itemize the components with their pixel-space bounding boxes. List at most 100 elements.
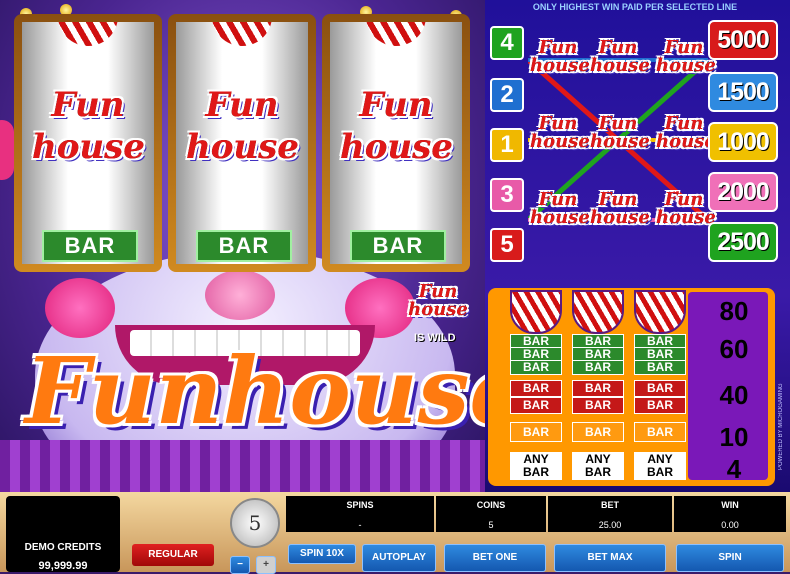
bar-symbol: BAR xyxy=(634,397,686,414)
mini-funhouse-logo: Fun house xyxy=(656,190,716,242)
top-notice: ONLY HIGHEST WIN PAID PER SELECTED LINE xyxy=(532,2,738,12)
mini-logo-house: house xyxy=(590,131,650,152)
reel-frame-1: Fun house BAR xyxy=(14,14,162,272)
paytable-row: ANY BAR ANY BAR ANY BAR 4 xyxy=(494,452,764,488)
payline-payout-1: 1000 xyxy=(708,122,778,162)
mini-funhouse-logo: Fun house xyxy=(590,189,650,242)
mini-logo-house: house xyxy=(656,207,716,228)
wild-text: IS WILD xyxy=(414,332,456,344)
bar-symbol: BAR xyxy=(510,397,562,414)
mini-funhouse-logo: Fun house xyxy=(656,37,716,90)
payline-button-3[interactable]: 3 xyxy=(490,178,524,212)
regular-mode-button[interactable]: REGULAR xyxy=(132,544,214,566)
mini-logo-fun: Fun xyxy=(598,189,638,210)
reel-logo-fun: Fun xyxy=(205,85,279,125)
wild-badge: Fun house IS WILD xyxy=(408,280,478,350)
spike-border xyxy=(0,440,485,492)
win-display: WIN 0.00 xyxy=(674,496,786,532)
payline-button-5[interactable]: 5 xyxy=(490,228,524,262)
clown-nose xyxy=(205,270,275,320)
coins-value: 5 xyxy=(488,520,494,530)
bar-symbol: BAR xyxy=(634,360,686,375)
payline-button-4[interactable]: 4 xyxy=(490,26,524,60)
bet-display: BET 25.00 xyxy=(548,496,672,532)
payline-button-2[interactable]: 2 xyxy=(490,78,524,112)
spin-button[interactable]: SPIN xyxy=(676,544,784,572)
reel-partial-symbol xyxy=(212,22,272,46)
bar-symbol: BAR xyxy=(634,422,686,442)
funhouse-title-logo: Funhouse xyxy=(25,337,485,445)
mini-funhouse-logo: Fun house xyxy=(656,113,716,166)
wild-logo-house: house xyxy=(408,299,468,320)
win-header: WIN xyxy=(721,500,739,510)
paytable-row: BAR BAR BAR BAR BAR BAR 40 xyxy=(494,378,764,414)
mini-funhouse-logo: Fun house xyxy=(530,37,590,90)
bet-one-button[interactable]: BET ONE xyxy=(444,544,546,572)
mini-logo-fun: Fun xyxy=(664,37,704,58)
lollipop-symbol-icon xyxy=(634,290,686,334)
payline-payout-2: 1500 xyxy=(708,72,778,112)
side-caption: POWERED BY MICROGAMING xyxy=(778,383,784,470)
reel-partial-symbol xyxy=(366,22,426,46)
bar-symbol: BAR xyxy=(634,380,686,397)
payline-payout-4: 5000 xyxy=(708,20,778,60)
bar-symbol: BAR xyxy=(572,422,624,442)
reel-logo-fun: Fun xyxy=(51,85,125,125)
bar-symbol: BAR xyxy=(510,422,562,442)
bar-symbol: BAR xyxy=(350,230,446,262)
reel-logo-house: house xyxy=(340,127,453,167)
bet-value: 25.00 xyxy=(598,520,622,530)
spin-10x-button[interactable]: SPIN 10X xyxy=(288,544,356,564)
control-bar: DEMO CREDITS 99,999.99 REGULAR 5 − + SPI… xyxy=(0,492,790,574)
bar-symbol: BAR xyxy=(572,360,624,375)
reel-2: Fun house BAR xyxy=(176,22,308,264)
reel-frame-2: Fun house BAR xyxy=(168,14,316,272)
autoplay-button[interactable]: AUTOPLAY xyxy=(362,544,436,572)
mini-logo-fun: Fun xyxy=(538,189,578,210)
coins-header: COINS xyxy=(476,500,506,510)
spins-value: - xyxy=(358,520,362,530)
mini-funhouse-logo: Fun house xyxy=(590,37,650,90)
paytable-payout: 10 xyxy=(719,422,749,452)
bar-symbol: BAR xyxy=(510,360,562,375)
bet-max-button[interactable]: BET MAX xyxy=(554,544,666,572)
paytable-row: 80 xyxy=(494,290,764,334)
reel-3: Fun house BAR xyxy=(330,22,462,264)
game-stage: Funhouse Fun house IS WILD Fun house BAR… xyxy=(0,0,485,492)
mini-funhouse-logo: Fun house xyxy=(530,189,590,242)
lollipop-symbol-icon xyxy=(572,290,624,334)
mini-logo-house: house xyxy=(590,55,650,76)
demo-credits-panel: DEMO CREDITS 99,999.99 xyxy=(6,496,120,572)
coin-plus-button[interactable]: + xyxy=(256,556,276,574)
win-value: 0.00 xyxy=(721,520,739,530)
reel-logo-house: house xyxy=(32,127,145,167)
demo-credits-value: 99,999.99 xyxy=(38,560,88,572)
paytable-payout: 40 xyxy=(719,380,749,410)
coin-value-chip[interactable]: 5 xyxy=(230,498,280,548)
lollipop-symbol-icon xyxy=(510,290,562,334)
mini-logo-fun: Fun xyxy=(598,113,638,134)
mini-logo-house: house xyxy=(530,131,590,152)
payline-payout-5: 2500 xyxy=(708,222,778,262)
mini-logo-fun: Fun xyxy=(598,37,638,58)
paytable-payout: 60 xyxy=(719,334,749,364)
any-bar-bottom-text: BAR xyxy=(523,465,549,479)
mini-logo-fun: Fun xyxy=(664,113,704,134)
coin-minus-button[interactable]: − xyxy=(230,556,250,574)
bar-symbol: BAR xyxy=(196,230,292,262)
bar-symbol: BAR xyxy=(572,380,624,397)
paytable-payout: 4 xyxy=(726,454,742,484)
mini-funhouse-logo: Fun house xyxy=(590,113,650,166)
paytable-row: BAR BAR BAR BAR BAR BAR BAR BAR BAR 60 xyxy=(494,332,764,375)
coins-display: COINS 5 xyxy=(436,496,546,532)
any-bar-symbol: ANY BAR xyxy=(510,452,562,480)
payline-button-1[interactable]: 1 xyxy=(490,128,524,162)
paytable-row: BAR BAR BAR 10 xyxy=(494,420,764,456)
reel-1: Fun house BAR xyxy=(22,22,154,264)
paytable-payout: 80 xyxy=(719,296,749,326)
any-bar-bottom-text: BAR xyxy=(647,465,673,479)
wild-logo-fun: Fun xyxy=(418,281,458,302)
side-decor xyxy=(0,120,14,180)
mini-logo-fun: Fun xyxy=(538,37,578,58)
spins-header: SPINS xyxy=(346,500,374,510)
